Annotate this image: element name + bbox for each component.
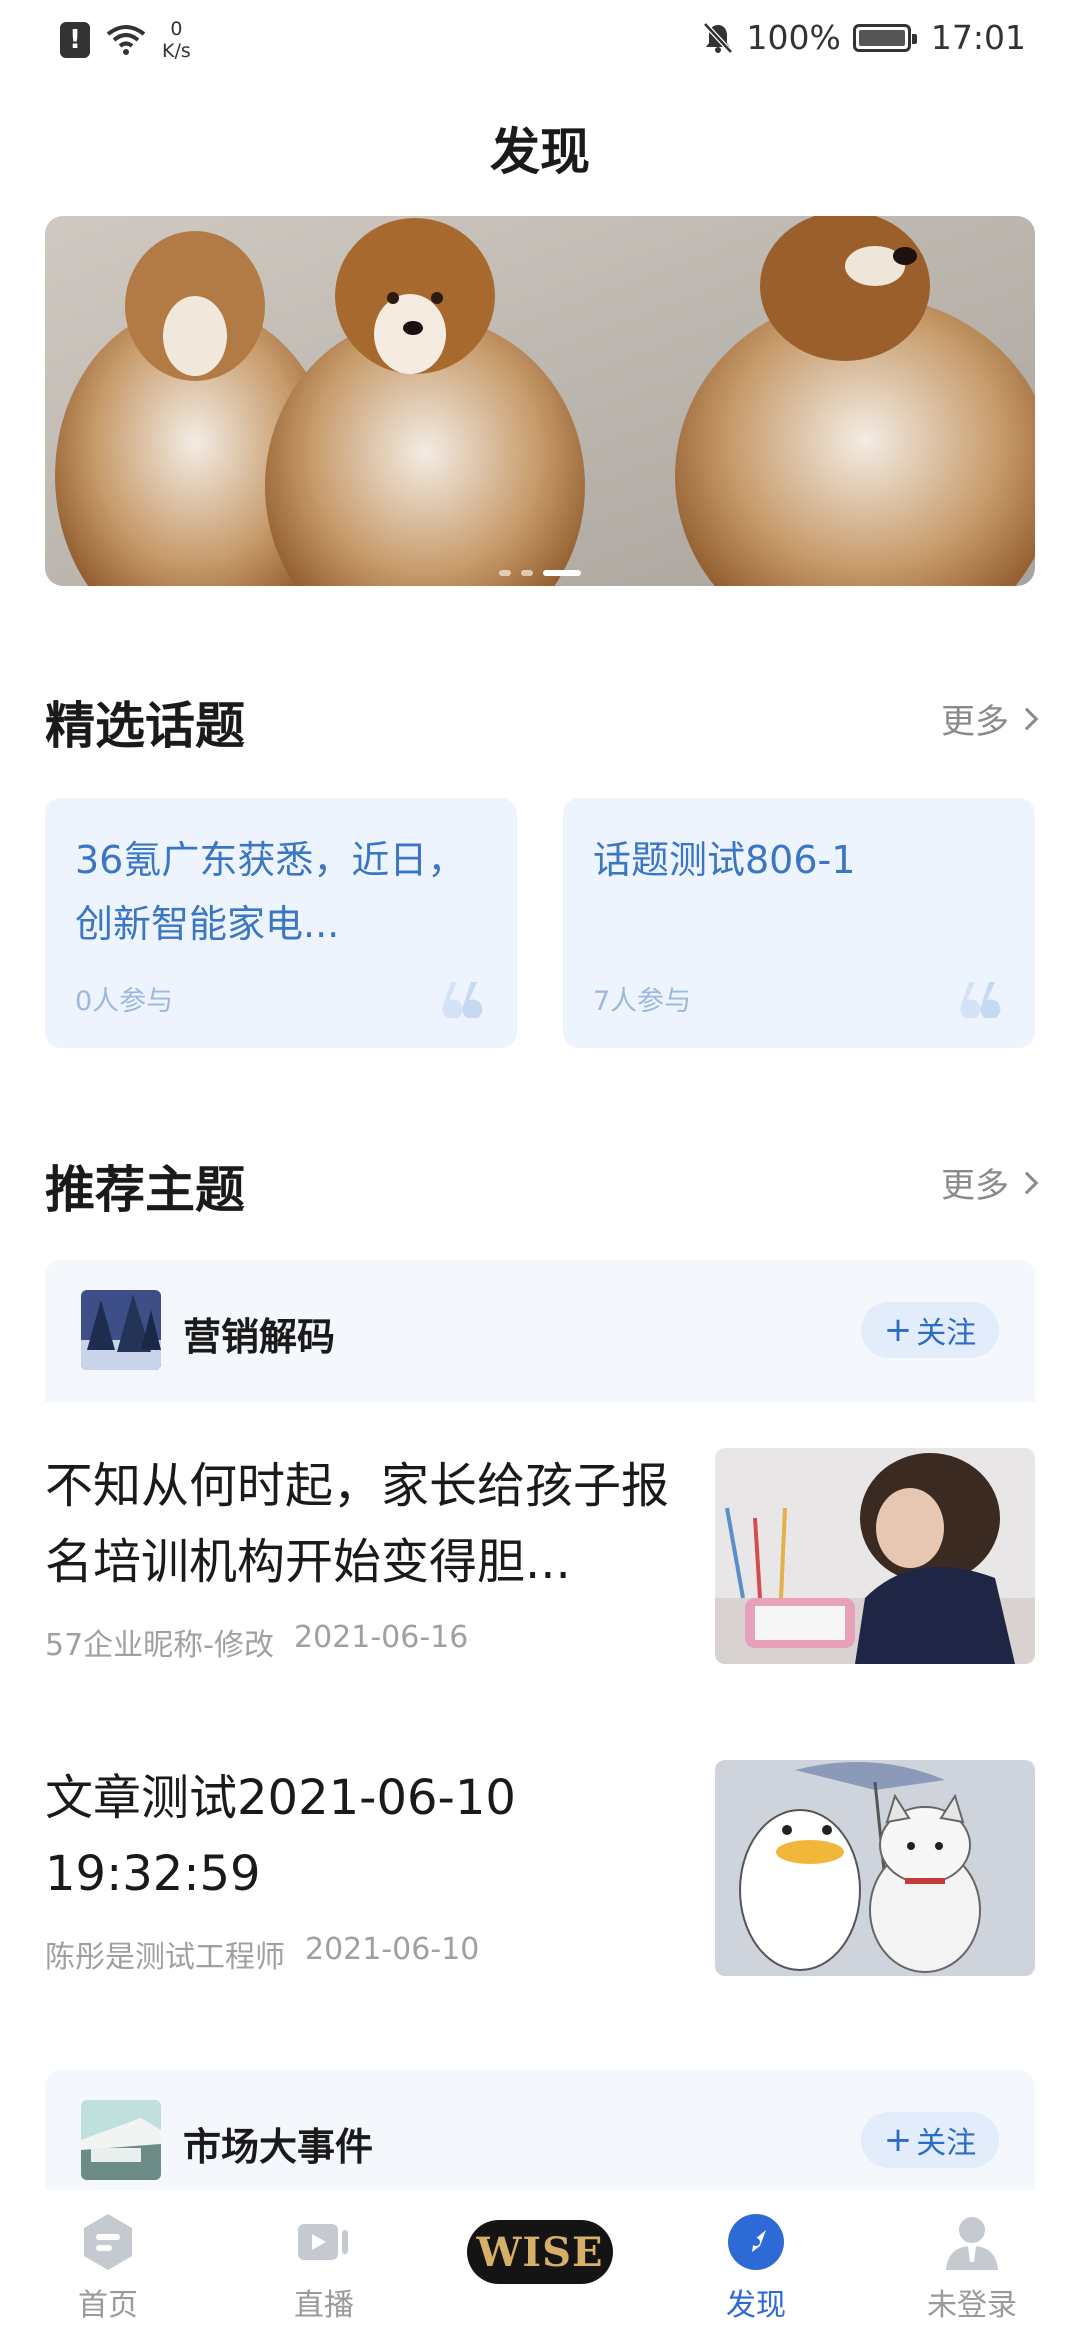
wise-logo-text: WISE: [476, 2228, 604, 2276]
nav-label: 发现: [726, 2288, 786, 2323]
theme-name: 市场大事件: [183, 2125, 374, 2169]
clock: 17:01: [930, 18, 1026, 57]
article-title: 不知从何时起，家长给孩子报名培训机构开始变得胆...: [45, 1458, 670, 1590]
battery-icon: [852, 23, 917, 52]
battery-percent: 100%: [746, 18, 841, 57]
nav-label: 直播: [294, 2288, 354, 2323]
topic-title: 话题测试806-1: [593, 838, 856, 882]
topic-title: 36氪广东获悉，近日，创新智能家电...: [75, 838, 466, 946]
status-bar: ! 0 K/s 100% 17:01: [0, 0, 1080, 82]
article-author: 57企业昵称-修改: [45, 1628, 274, 1663]
featured-topics-header: 精选话题 更多: [45, 686, 1039, 755]
article-item[interactable]: 不知从何时起，家长给孩子报名培训机构开始变得胆... 57企业昵称-修改 202…: [45, 1448, 1035, 1668]
carousel-dot-active: [543, 570, 581, 576]
article-thumbnail: [715, 1760, 1035, 1976]
bell-muted-icon: [702, 21, 733, 54]
more-label: 更多: [941, 702, 1009, 742]
user-icon: [946, 2217, 998, 2270]
article-date: 2021-06-16: [294, 1620, 469, 1655]
theme-thumbnail: [81, 2100, 161, 2180]
theme-card[interactable]: 营销解码 + 关注: [45, 1260, 1035, 1402]
carousel-dot: [499, 570, 511, 576]
discover-compass-icon: [728, 2214, 784, 2270]
status-right: 100% 17:01: [701, 18, 1026, 57]
carousel-dot: [521, 570, 533, 576]
bottom-nav: 首页 直播 WISE 发现 未登录: [0, 2190, 1080, 2340]
follow-label: 关注: [916, 2126, 977, 2161]
nav-item-profile[interactable]: 未登录: [864, 2190, 1080, 2340]
featured-topics-more-link[interactable]: 更多: [941, 694, 1039, 743]
banner-carousel[interactable]: [45, 216, 1035, 586]
article-date: 2021-06-10: [305, 1932, 480, 1967]
banner-image: [45, 216, 1035, 586]
theme-card[interactable]: 市场大事件 + 关注: [45, 2070, 1035, 2190]
article-thumbnail: [715, 1448, 1035, 1664]
topic-card[interactable]: 36氪广东获悉，近日，创新智能家电... 0人参与: [45, 798, 517, 1048]
follow-label: 关注: [916, 1316, 977, 1351]
article-meta: 57企业昵称-修改 2021-06-16: [45, 1620, 468, 1664]
recommended-themes-more-link[interactable]: 更多: [941, 1158, 1039, 1207]
topic-participants: 0人参与: [75, 986, 174, 1017]
recommended-themes-header: 推荐主题 更多: [45, 1150, 1039, 1219]
follow-button[interactable]: + 关注: [861, 1302, 999, 1358]
net-speed-unit: K/s: [162, 40, 191, 62]
quote-icon: [960, 982, 1001, 1018]
more-label: 更多: [941, 1166, 1009, 1206]
theme-name: 营销解码: [183, 1315, 336, 1359]
nav-label: 首页: [78, 2288, 138, 2323]
home-icon: [84, 2214, 132, 2270]
plus-icon: +: [883, 2120, 913, 2160]
wifi-icon: [106, 25, 146, 55]
carousel-indicator: [45, 570, 1035, 576]
quote-icon: [442, 982, 483, 1018]
chevron-right-icon: [1015, 1171, 1039, 1194]
topic-card[interactable]: 话题测试806-1 7人参与: [563, 798, 1035, 1048]
net-speed: 0 K/s: [162, 18, 191, 62]
article-item[interactable]: 文章测试2021-06-10 19:32:59 陈彤是测试工程师 2021-06…: [45, 1760, 1035, 1980]
nav-item-live[interactable]: 直播: [216, 2190, 432, 2340]
net-speed-value: 0: [170, 18, 183, 40]
status-left: ! 0 K/s: [60, 18, 191, 62]
chevron-right-icon: [1015, 707, 1039, 730]
nav-label: 未登录: [927, 2288, 1017, 2323]
alert-icon: !: [60, 22, 90, 58]
plus-icon: +: [883, 1310, 913, 1350]
nav-item-discover[interactable]: 发现: [648, 2190, 864, 2340]
article-author: 陈彤是测试工程师: [45, 1940, 285, 1975]
article-title: 文章测试2021-06-10 19:32:59: [45, 1770, 516, 1902]
featured-topics-title: 精选话题: [45, 697, 245, 755]
nav-item-wise[interactable]: WISE: [432, 2190, 648, 2340]
nav-item-home[interactable]: 首页: [0, 2190, 216, 2340]
live-video-icon: [298, 2224, 348, 2260]
theme-thumbnail: [81, 1290, 161, 1370]
recommended-themes-title: 推荐主题: [45, 1161, 245, 1219]
topic-participants: 7人参与: [593, 986, 692, 1017]
wise-logo: WISE: [467, 2220, 613, 2284]
article-meta: 陈彤是测试工程师 2021-06-10: [45, 1932, 479, 1976]
page-title: 发现: [490, 123, 590, 181]
follow-button[interactable]: + 关注: [861, 2112, 999, 2168]
